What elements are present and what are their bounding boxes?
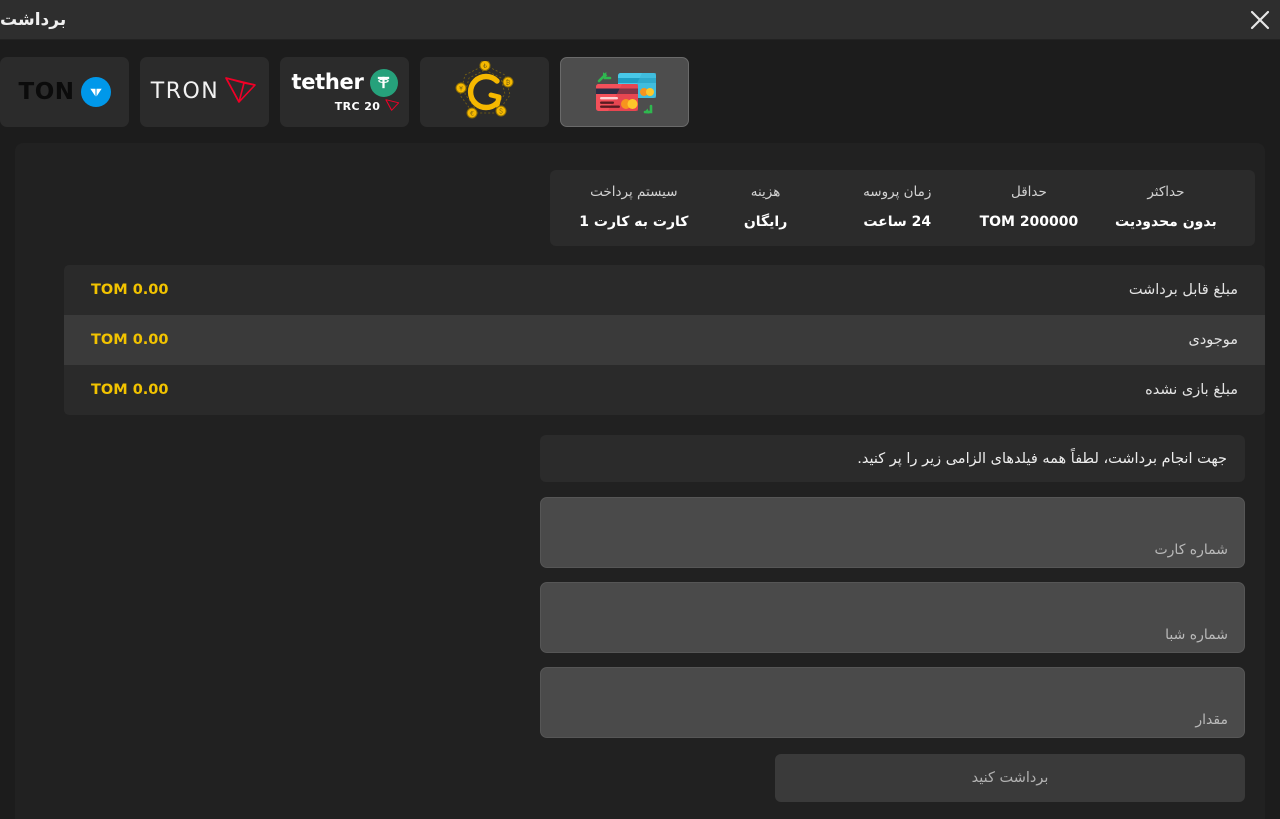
svg-text:＄: ＄ (497, 107, 503, 115)
info-header-min: حداقل (963, 184, 1095, 214)
balance-label: مبلغ بازی نشده (1145, 382, 1238, 398)
balance-row-balance: موجودی TOM 0.00 (64, 315, 1265, 365)
card-number-field[interactable]: شماره کارت (540, 497, 1245, 568)
info-value-fee: رایگان (700, 214, 832, 230)
info-value-payment-system: کارت به کارت 1 (568, 214, 700, 230)
tab-payment-tron[interactable]: TRON (140, 57, 269, 127)
balance-row-withdrawable: مبلغ قابل برداشت TOM 0.00 (64, 265, 1265, 315)
withdraw-form: جهت انجام برداشت، لطفاً همه فیلدهای الزا… (540, 435, 1245, 802)
info-table-value-row: بدون محدودیت TOM 200000 24 ساعت رایگان ک… (568, 214, 1237, 230)
info-value-process-time: 24 ساعت (831, 214, 963, 230)
svg-text:₺: ₺ (483, 63, 487, 70)
balance-list: مبلغ قابل برداشت TOM 0.00 موجودی TOM 0.0… (64, 265, 1265, 415)
tab-payment-tether[interactable]: tether TRC 20 (280, 57, 409, 127)
payment-method-tabs: TON TRON (0, 40, 1280, 143)
balance-label: موجودی (1188, 332, 1238, 348)
svg-text:€: € (470, 110, 474, 117)
submit-row: برداشت کنید (540, 754, 1245, 802)
card-number-input[interactable] (541, 498, 1244, 567)
withdraw-panel: حداکثر حداقل زمان پروسه هزینه سیستم پردا… (15, 143, 1265, 819)
tab-payment-card-to-card[interactable] (560, 57, 689, 127)
tab-sublabel-trc20: TRC 20 (335, 101, 381, 112)
tron-logo-icon (224, 75, 258, 109)
svg-text:₿: ₿ (505, 79, 510, 86)
close-x-icon (1249, 9, 1271, 31)
balance-value: TOM 0.00 (91, 332, 168, 348)
amount-input[interactable] (541, 668, 1244, 737)
sheba-number-input[interactable] (541, 583, 1244, 652)
info-header-max: حداکثر (1095, 184, 1237, 214)
tab-label-ton: TON (19, 79, 75, 105)
ton-logo-icon (81, 77, 111, 107)
info-value-min: TOM 200000 (963, 214, 1095, 230)
balance-row-unplayed: مبلغ بازی نشده TOM 0.00 (64, 365, 1265, 415)
svg-text:¥: ¥ (459, 85, 463, 92)
tab-label-tron: TRON (151, 79, 220, 104)
withdraw-submit-button[interactable]: برداشت کنید (775, 754, 1245, 802)
tab-payment-ton[interactable]: TON (0, 57, 129, 127)
tab-label-tether: tether (291, 72, 363, 93)
payment-info-table: حداکثر حداقل زمان پروسه هزینه سیستم پردا… (550, 170, 1255, 246)
info-header-fee: هزینه (700, 184, 832, 214)
info-header-process-time: زمان پروسه (831, 184, 963, 214)
gold-coin-c-icon: ₺ ₿ ＄ € ¥ (453, 61, 517, 123)
close-button[interactable] (1240, 0, 1280, 40)
window-titlebar: برداشت (0, 0, 1280, 40)
page-title: برداشت (0, 0, 82, 40)
form-notice: جهت انجام برداشت، لطفاً همه فیلدهای الزا… (540, 435, 1245, 482)
tron-small-icon (385, 98, 400, 115)
info-header-payment-system: سیستم پرداخت (568, 184, 700, 214)
credit-cards-icon (590, 68, 660, 116)
info-table-header-row: حداکثر حداقل زمان پروسه هزینه سیستم پردا… (568, 184, 1237, 214)
balance-label: مبلغ قابل برداشت (1129, 282, 1238, 298)
amount-field[interactable]: مقدار (540, 667, 1245, 738)
info-value-max: بدون محدودیت (1095, 214, 1237, 230)
sheba-number-field[interactable]: شماره شبا (540, 582, 1245, 653)
balance-value: TOM 0.00 (91, 282, 168, 298)
balance-value: TOM 0.00 (91, 382, 168, 398)
tether-logo-icon (370, 69, 398, 97)
tab-payment-coin[interactable]: ₺ ₿ ＄ € ¥ (420, 57, 549, 127)
